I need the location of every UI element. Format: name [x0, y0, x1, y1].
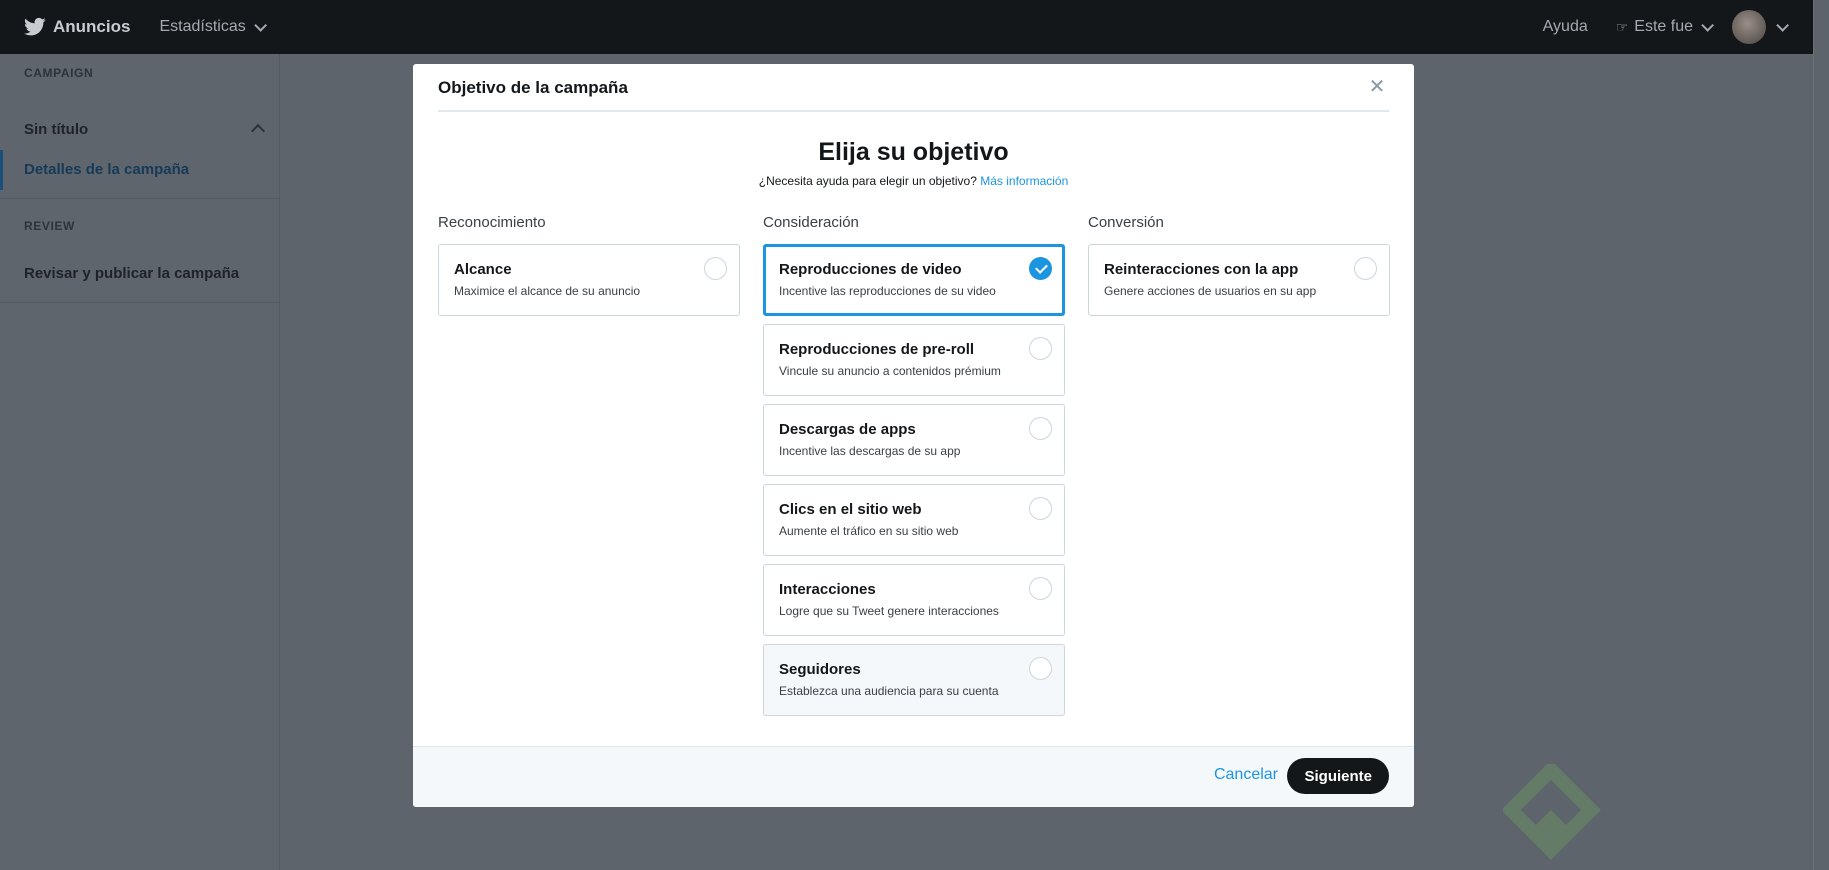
close-icon[interactable]: ✕	[1365, 76, 1389, 100]
option-title: Reproducciones de video	[779, 261, 962, 278]
stats-menu-label: Estadísticas	[159, 18, 246, 35]
radio-button[interactable]	[1029, 577, 1052, 600]
dialog-header: Objetivo de la campaña ✕	[438, 76, 1389, 112]
sidebar-section-campaign: CAMPAIGN	[24, 66, 94, 80]
divider	[0, 302, 280, 303]
option-description: Incentive las descargas de su app	[779, 444, 961, 458]
objective-option-followers[interactable]: Seguidores Establezca una audiencia para…	[763, 644, 1065, 716]
active-indicator	[0, 150, 3, 190]
column-title: Reconocimiento	[438, 214, 546, 231]
cancel-button[interactable]: Cancelar	[1214, 766, 1278, 784]
brand-label: Anuncios	[53, 17, 131, 36]
column-conversion: Conversión Reinteracciones con la app Ge…	[1088, 214, 1390, 324]
objective-option-app-reengagements[interactable]: Reinteracciones con la app Genere accion…	[1088, 244, 1390, 316]
objective-option-website-clicks[interactable]: Clics en el sitio web Aumente el tráfico…	[763, 484, 1065, 556]
help-text: ¿Necesita ayuda para elegir un objetivo?	[758, 174, 977, 188]
account-switcher[interactable]: ☞ Este fue	[1615, 18, 1714, 36]
objective-option-preroll-views[interactable]: Reproducciones de pre-roll Vincule su an…	[763, 324, 1065, 396]
chevron-up-icon[interactable]	[250, 123, 266, 139]
radio-button[interactable]	[1029, 497, 1052, 520]
objective-option-reach[interactable]: Alcance Maximice el alcance de su anunci…	[438, 244, 740, 316]
option-description: Vincule su anuncio a contenidos prémium	[779, 364, 1001, 378]
radio-button[interactable]	[1029, 337, 1052, 360]
watermark-logo	[1503, 764, 1601, 860]
column-consideration: Consideración Reproducciones de video In…	[763, 214, 1065, 724]
next-button[interactable]: Siguiente	[1287, 758, 1389, 794]
sidebar-campaign-name[interactable]: Sin título	[24, 121, 88, 138]
option-title: Reproducciones de pre-roll	[779, 341, 975, 358]
option-description: Incentive las reproducciones de su video	[779, 284, 996, 298]
checkmark-icon[interactable]	[1029, 257, 1052, 280]
sidebar-item-review[interactable]: Revisar y publicar la campaña	[24, 265, 239, 282]
column-title: Conversión	[1088, 214, 1164, 231]
sidebar-section-review: REVIEW	[24, 219, 75, 233]
option-title: Clics en el sitio web	[779, 501, 922, 518]
option-description: Aumente el tráfico en su sitio web	[779, 524, 959, 538]
scrollbar[interactable]	[1813, 0, 1829, 870]
pointing-hand-icon: ☞	[1615, 18, 1629, 35]
option-description: Maximice el alcance de su anuncio	[454, 284, 641, 298]
more-info-link[interactable]: Más información	[980, 174, 1068, 188]
column-title: Consideración	[763, 214, 859, 231]
help-text-row: ¿Necesita ayuda para elegir un objetivo?…	[413, 174, 1414, 188]
chevron-down-icon[interactable]	[1776, 18, 1789, 32]
column-awareness: Reconocimiento Alcance Maximice el alcan…	[438, 214, 740, 324]
radio-button[interactable]	[704, 257, 727, 280]
objective-option-video-views[interactable]: Reproducciones de video Incentive las re…	[763, 244, 1065, 316]
option-title: Interacciones	[779, 581, 876, 598]
chevron-down-icon	[253, 18, 267, 32]
stats-menu[interactable]: Estadísticas	[159, 18, 267, 36]
help-link[interactable]: Ayuda	[1543, 18, 1588, 36]
option-title: Alcance	[454, 261, 512, 278]
option-title: Reinteracciones con la app	[1104, 261, 1299, 278]
twitter-bird-icon	[24, 17, 46, 36]
account-name: Este fue	[1634, 18, 1693, 35]
objective-option-engagements[interactable]: Interacciones Logre que su Tweet genere …	[763, 564, 1065, 636]
objective-option-app-installs[interactable]: Descargas de apps Incentive las descarga…	[763, 404, 1065, 476]
radio-button[interactable]	[1029, 657, 1052, 680]
divider	[0, 198, 280, 199]
sidebar: CAMPAIGN Sin título Detalles de la campa…	[0, 54, 280, 870]
option-description: Establezca una audiencia para su cuenta	[779, 684, 999, 698]
dialog-footer: Cancelar Siguiente	[413, 746, 1414, 807]
dialog-title: Objetivo de la campaña	[438, 78, 628, 97]
radio-button[interactable]	[1029, 417, 1052, 440]
top-navigation-bar: Anuncios Estadísticas Ayuda ☞ Este fue	[0, 0, 1813, 54]
campaign-objective-dialog: Objetivo de la campaña ✕ Elija su objeti…	[413, 64, 1414, 807]
option-title: Seguidores	[779, 661, 861, 678]
option-title: Descargas de apps	[779, 421, 916, 438]
radio-button[interactable]	[1354, 257, 1377, 280]
option-description: Genere acciones de usuarios en su app	[1104, 284, 1317, 298]
brand[interactable]: Anuncios	[24, 17, 130, 37]
avatar[interactable]	[1732, 10, 1766, 44]
sidebar-item-campaign-details[interactable]: Detalles de la campaña	[24, 161, 189, 178]
page-title: Elija su objetivo	[818, 138, 1009, 166]
chevron-down-icon	[1701, 18, 1714, 32]
option-description: Logre que su Tweet genere interacciones	[779, 604, 999, 618]
